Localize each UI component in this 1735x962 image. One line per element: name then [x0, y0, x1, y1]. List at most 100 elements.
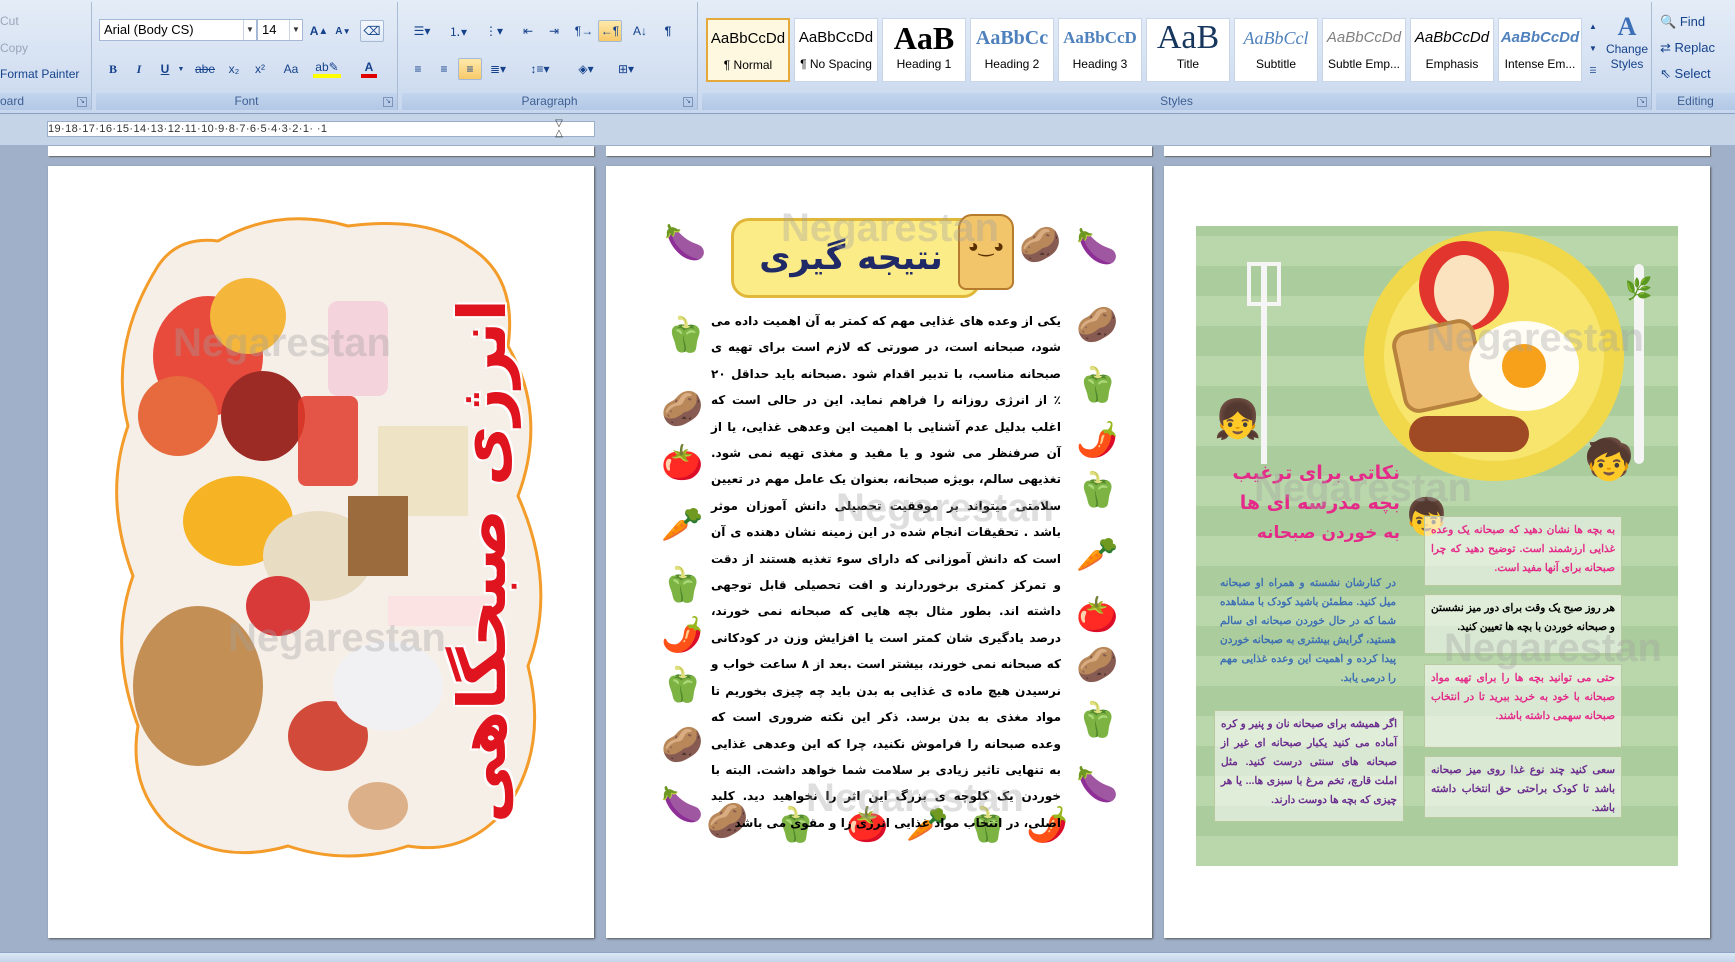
grow-font-button[interactable]: A ▲ [308, 20, 330, 42]
numbering-button[interactable]: ⒈▾ [442, 20, 474, 42]
pepper-icon: 🫑 [664, 316, 707, 354]
style-emphasis[interactable]: AaBbCcDd Emphasis [1410, 18, 1494, 82]
eggplant-icon: 🍆 [1076, 766, 1119, 804]
page-bottom-prev-2 [606, 146, 1152, 156]
binoculars-icon: 🔍 [1660, 14, 1677, 29]
potato-icon: 🥔 [661, 726, 704, 764]
boy-reading-illustration: 🧒 [1584, 438, 1634, 482]
font-launcher-icon[interactable]: ↘ [383, 97, 393, 107]
style-normal[interactable]: AaBbCcDd ¶ Normal [706, 18, 790, 82]
strikethrough-button[interactable]: abe [191, 58, 219, 80]
style-heading-1[interactable]: AaB Heading 1 [882, 18, 966, 82]
tips-title-line1: نکاتی برای ترغیب [1232, 462, 1400, 484]
shrink-font-button[interactable]: A ▼ [332, 20, 354, 42]
decrease-indent-button[interactable]: ⇤ [516, 20, 540, 42]
ruler-scale: 19·18·17·16·15·14·13·12·11·10·9·8·7·6·5·… [47, 121, 595, 137]
ltr-button[interactable]: ¶→ [572, 20, 596, 42]
clipboard-launcher-icon[interactable]: ↘ [77, 97, 87, 107]
style-subtitle[interactable]: AaBbCcl Subtitle [1234, 18, 1318, 82]
editing-label: Editing [1656, 93, 1735, 110]
italic-button[interactable]: I [128, 58, 150, 80]
styles-more-icon[interactable]: ☰ [1586, 60, 1600, 80]
show-marks-button[interactable]: ¶ [656, 20, 680, 42]
yellow-pepper-icon: 🫑 [1076, 471, 1119, 509]
styles-scroll-down-icon[interactable]: ▼ [1586, 38, 1600, 58]
font-color-button[interactable]: A [354, 58, 384, 80]
align-left-button[interactable]: ≡ [406, 58, 430, 80]
change-styles-button[interactable]: A Change Styles [1604, 12, 1650, 90]
increase-indent-button[interactable]: ⇥ [542, 20, 566, 42]
styles-scroll-up-icon[interactable]: ▲ [1586, 16, 1600, 36]
page-bottom-prev-1 [48, 146, 594, 156]
align-center-button[interactable]: ≡ [432, 58, 456, 80]
page-left[interactable]: انرژی صبحگاهی Negarestan Negarestan [48, 166, 594, 938]
font-label: Font [96, 93, 397, 110]
paragraph-group: ☰▾ ⒈▾ ⋮▾ ⇤ ⇥ ¶→ ←¶ A↓ ¶ ≡ ≡ ≡ ≣▾ ↕≡▾ ◈▾ … [402, 2, 698, 110]
align-right-button[interactable]: ≡ [458, 58, 482, 80]
underline-dropdown-icon[interactable]: ▼ [176, 58, 186, 80]
page-right[interactable]: 🌿 👧 🧒 👦 نکاتی برای ترغیب بچه مدرسه ای ها… [1164, 166, 1710, 938]
tomato-icon: 🍅 [661, 444, 704, 482]
superscript-button[interactable]: x² [248, 58, 272, 80]
replace-button[interactable]: ⇄ Replac [1660, 40, 1715, 56]
svg-text:🌿: 🌿 [1625, 276, 1652, 301]
styles-group: AaBbCcDd ¶ Normal AaBbCcDd ¶ No Spacing Aa… [702, 2, 1652, 110]
indent-marker-icon[interactable]: ▽ △ [553, 119, 565, 139]
pepper-icon: 🫑 [1076, 701, 1119, 739]
paragraph-launcher-icon[interactable]: ↘ [683, 97, 693, 107]
cut-button[interactable]: Cut [0, 14, 19, 28]
subscript-button[interactable]: x₂ [222, 58, 246, 80]
chili-icon: 🌶️ [661, 616, 704, 654]
clear-formatting-button[interactable]: ⌫ [360, 20, 384, 42]
borders-button[interactable]: ⊞▾ [610, 58, 642, 80]
font-size-combo[interactable]: 14 ▼ [257, 19, 303, 41]
sort-button[interactable]: A↓ [628, 20, 652, 42]
tip-card: در کنارشان نشسته و همراه او صبحانه میل ک… [1220, 577, 1396, 684]
justify-button[interactable]: ≣▾ [484, 58, 512, 80]
multilevel-list-button[interactable]: ⋮▾ [478, 20, 510, 42]
change-styles-icon: A [1617, 12, 1637, 41]
page-center[interactable]: نتیجه گیری ◕‿◕ 🍆 🥔 🍆 🫑 🥔 🍅 🥕 🫑 🌶️ 🫑 🥔 🥔 … [606, 166, 1152, 938]
yellow-pepper-icon: 🫑 [661, 566, 704, 604]
style-no-spacing[interactable]: AaBbCcDd ¶ No Spacing [794, 18, 878, 82]
horizontal-ruler[interactable]: 19·18·17·16·15·14·13·12·11·10·9·8·7·6·5·… [0, 114, 1735, 146]
tomato-icon: 🍅 [1076, 596, 1119, 634]
font-color-icon: A [360, 60, 378, 78]
chevron-down-icon[interactable]: ▼ [243, 20, 256, 40]
style-subtle-emphasis[interactable]: AaBbCcDd Subtle Emp... [1322, 18, 1406, 82]
style-heading-2[interactable]: AaBbCc Heading 2 [970, 18, 1054, 82]
highlighter-icon: ab✎ [313, 60, 341, 78]
ribbon: Cut Copy Format Painter oard ↘ Arial (Bo… [0, 0, 1735, 114]
status-bar [0, 952, 1735, 962]
chevron-down-icon[interactable]: ▼ [289, 20, 302, 40]
style-title[interactable]: AaB Title [1146, 18, 1230, 82]
tips-title-line2: بچه مدرسه ای ها [1239, 492, 1400, 514]
tips-title-line3: به خوردن صبحانه [1256, 523, 1400, 543]
style-heading-3[interactable]: AaBbCcD Heading 3 [1058, 18, 1142, 82]
format-painter-button[interactable]: Format Painter [0, 67, 79, 81]
girl-illustration: 👧 [1214, 399, 1262, 441]
page-bottom-prev-3 [1164, 146, 1710, 156]
shading-button[interactable]: ◈▾ [568, 58, 604, 80]
select-button[interactable]: ⇖ Select [1660, 66, 1711, 82]
line-spacing-button[interactable]: ↕≡▾ [524, 58, 556, 80]
chili-icon: 🌶️ [1076, 421, 1119, 459]
rtl-button[interactable]: ←¶ [598, 20, 622, 42]
highlight-button[interactable]: ab✎ [312, 58, 342, 80]
tip-card: به بچه ها نشان دهید که صبحانه یک وعده غذ… [1424, 516, 1622, 586]
potato-icon: 🥔 [1019, 226, 1062, 264]
document-workspace[interactable]: انرژی صبحگاهی Negarestan Negarestan نتیج… [0, 146, 1735, 952]
style-intense-emphasis[interactable]: AaBbCcDd Intense Em... [1498, 18, 1582, 82]
clipboard-group: Cut Copy Format Painter oard ↘ [0, 2, 92, 110]
change-case-button[interactable]: Aa [276, 58, 306, 80]
find-button[interactable]: 🔍 Find [1660, 14, 1705, 30]
carrot-icon: 🥕 [661, 506, 704, 544]
bold-button[interactable]: B [102, 58, 124, 80]
underline-button[interactable]: U [154, 58, 176, 80]
font-family-combo[interactable]: Arial (Body CS) ▼ [99, 19, 257, 41]
tip-card: هر روز صبح یک وقت برای دور میز نشستن و ص… [1424, 594, 1622, 654]
styles-launcher-icon[interactable]: ↘ [1637, 97, 1647, 107]
copy-button[interactable]: Copy [0, 41, 28, 55]
styles-label: Styles [702, 93, 1651, 110]
bullets-button[interactable]: ☰▾ [406, 20, 438, 42]
